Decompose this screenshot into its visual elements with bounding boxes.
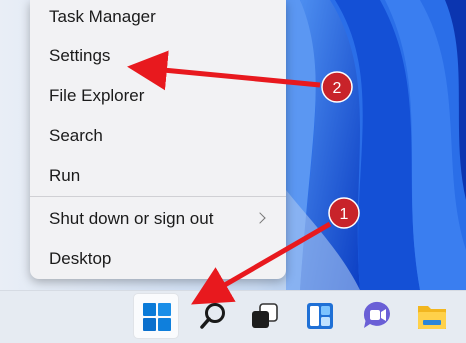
menu-item-label: File Explorer: [49, 86, 145, 105]
task-view-icon: [252, 303, 278, 328]
windows-start-icon: [143, 303, 171, 331]
menu-item-desktop[interactable]: Desktop: [30, 242, 286, 276]
teams-chat-icon: [363, 301, 390, 328]
menu-item-label: Shut down or sign out: [49, 209, 214, 228]
menu-item-label: Settings: [49, 46, 111, 65]
file-explorer-icon: [418, 306, 446, 329]
menu-divider: [30, 196, 286, 197]
start-button[interactable]: [133, 293, 179, 339]
search-icon: [200, 303, 225, 329]
chat-button[interactable]: [354, 293, 400, 339]
winx-context-menu: Task Manager Settings File Explorer Sear…: [30, 0, 286, 279]
menu-item-label: Search: [49, 126, 103, 145]
task-view-button[interactable]: [241, 293, 287, 339]
menu-item-run[interactable]: Run: [30, 159, 286, 193]
widgets-button[interactable]: [297, 293, 343, 339]
menu-item-label: Task Manager: [49, 7, 156, 26]
menu-item-label: Desktop: [49, 249, 112, 268]
menu-item-search[interactable]: Search: [30, 119, 286, 153]
chevron-right-icon: [254, 212, 266, 224]
menu-item-task-manager[interactable]: Task Manager: [30, 0, 286, 34]
menu-item-shut-down-or-sign-out[interactable]: Shut down or sign out: [30, 202, 286, 236]
widgets-icon: [307, 303, 333, 329]
file-explorer-button[interactable]: [409, 293, 455, 339]
menu-item-settings[interactable]: Settings: [30, 39, 286, 73]
menu-item-label: Run: [49, 166, 81, 185]
taskbar: [0, 290, 466, 343]
menu-item-file-explorer[interactable]: File Explorer: [30, 79, 286, 113]
search-button[interactable]: [191, 293, 237, 339]
